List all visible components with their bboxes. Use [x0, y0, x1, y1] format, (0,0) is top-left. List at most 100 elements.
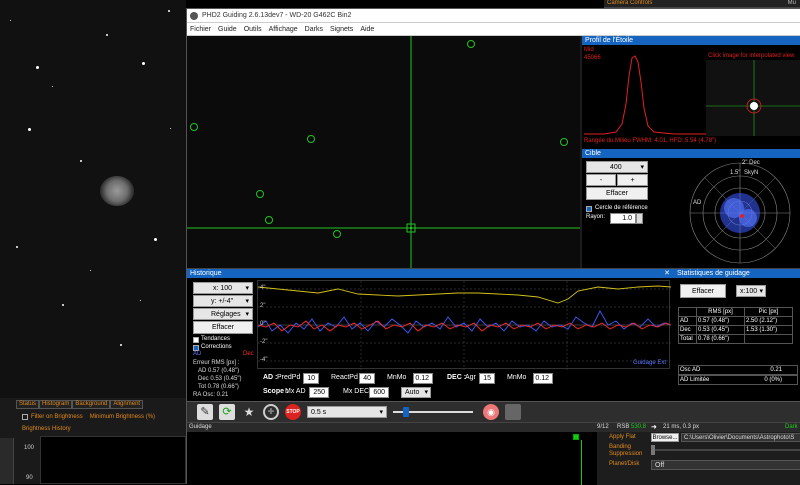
predpd-label: PredPd [277, 374, 301, 381]
guide-pulse-icon[interactable] [505, 404, 521, 420]
planet-disk-label: Planet/Disk [609, 461, 640, 467]
tab-alignment[interactable]: Alignment [110, 400, 144, 409]
menu-darks[interactable]: Darks [305, 26, 323, 33]
history-title-bar: Historique ✕ [187, 269, 674, 278]
stats-row-label: Total [678, 334, 697, 344]
stats-title: Statistiques de guidage [674, 269, 800, 278]
nina-camera-controls-header: Camera Controls Mu [604, 0, 800, 8]
osc-ad-label: Osc AD [680, 367, 701, 373]
min-brightness-label: Minimum Brightness (%) [89, 414, 156, 420]
banding-slider[interactable] [651, 445, 800, 455]
agr-label: Agr [465, 374, 476, 381]
phd2-title-bar: PHD2 Guiding 2.6.13dev7 - WD-20 G462C Bi… [187, 9, 800, 23]
brain-icon[interactable]: ◉ [483, 404, 499, 420]
stats-scale-dropdown[interactable]: x:100 ▾ [736, 285, 766, 297]
star-profile-hint: Click image for interpolated view [708, 53, 795, 59]
mnmo-label: MnMo [387, 374, 407, 381]
target-scale-dropdown[interactable]: 400 ▾ [586, 161, 648, 173]
close-icon[interactable]: ✕ [664, 269, 670, 278]
planet-disk-dropdown[interactable]: Off [651, 460, 800, 470]
radius-input[interactable]: 1.0 [610, 213, 636, 224]
guide-overlay [187, 36, 580, 268]
chevron-down-icon: ▾ [245, 298, 249, 305]
guide-camera-view[interactable] [187, 36, 580, 268]
history-settings-value: Réglages [211, 311, 241, 318]
menu-fichier[interactable]: Fichier [190, 26, 211, 33]
y-tick-m4: -4" [260, 357, 268, 363]
radius-spinner[interactable] [636, 213, 643, 224]
target-clear-button[interactable]: Effacer [586, 187, 648, 200]
tab-histogram[interactable]: Histogram [39, 400, 73, 409]
target-r1-label: 1.5" [730, 170, 741, 176]
mx-dec-label: Mx DEC [343, 388, 370, 395]
corrections-label: Corrections [201, 344, 232, 350]
slider-thumb[interactable] [651, 445, 655, 455]
history-x-scale-value: x: 100 [213, 285, 233, 292]
gamma-slider[interactable] [393, 407, 473, 417]
exposure-dropdown[interactable]: 0.5 s ▾ [307, 406, 387, 418]
stats-row-peak [744, 334, 793, 344]
agr-input[interactable]: 15 [479, 373, 495, 384]
guide-target-icon[interactable]: ✛ [263, 404, 279, 420]
history-settings-dropdown[interactable]: Réglages ▾ [193, 308, 253, 320]
mnmo-input[interactable]: 0.12 [413, 373, 433, 384]
stats-row-rms: 0.57 (0.48") [696, 316, 745, 326]
reactpd-label: ReactPd [331, 374, 358, 381]
stats-panel: Statistiques de guidage Effacer x:100 ▾ … [674, 268, 800, 401]
y-tick-0: 0" [260, 321, 266, 327]
mx-ad-input[interactable]: 250 [309, 387, 329, 398]
target-zoom-in-button[interactable]: + [617, 174, 648, 186]
guide-algo-controls: AD : PredPd 10 ReactPd 40 MnMo 0.12 DEC … [261, 372, 674, 402]
legend-ad: AD [193, 351, 202, 357]
menu-aide[interactable]: Aide [360, 26, 374, 33]
history-clear-button[interactable]: Effacer [193, 321, 253, 334]
trends-checkbox[interactable] [193, 336, 199, 343]
planet-disk-value: Off [655, 462, 665, 469]
y-tick-m2: -2" [260, 339, 268, 345]
exposure-value: 0.5 s [311, 409, 327, 416]
target-zoom-out-button[interactable]: - [586, 174, 616, 186]
loop-icon[interactable]: ✎ [197, 404, 213, 420]
history-x-scale-dropdown[interactable]: x: 100 ▾ [193, 282, 253, 294]
stop-icon[interactable]: STOP [285, 404, 301, 420]
target-skyn-label: SkyN [744, 170, 759, 176]
trends-label: Tendances [201, 336, 231, 342]
dec-line [257, 320, 672, 332]
target-dec-label: 2" Dec [742, 160, 760, 166]
auto-select-star-icon[interactable]: ★ [241, 404, 257, 420]
stats-clear-button[interactable]: Effacer [680, 284, 726, 298]
tab-status[interactable]: Status [16, 400, 40, 409]
nina-bottom-panel: Status Histogram Background Alignment Fi… [0, 398, 186, 484]
ref-circle-checkbox[interactable] [586, 205, 592, 212]
star [90, 270, 91, 271]
rsb-label: RSB [617, 424, 630, 430]
tab-background[interactable]: Background [72, 400, 111, 409]
chevron-down-icon: ▾ [245, 285, 249, 292]
history-graph-svg [257, 281, 672, 370]
table-row: Dec 0.53 (0.45") 1.53 (1.30") [678, 325, 793, 335]
filter-checkbox[interactable] [22, 414, 28, 420]
mx-dec-input[interactable]: 600 [369, 387, 389, 398]
slider-thumb[interactable] [403, 407, 409, 417]
history-y-scale-value: y: +/-4" [211, 298, 234, 305]
graph-marker [573, 434, 579, 440]
flat-path-field[interactable]: C:\Users\Olivier\Documents\Astrophoto\S [681, 433, 800, 442]
corrections-checkbox[interactable] [193, 344, 199, 351]
reactpd-input[interactable]: 40 [359, 373, 375, 384]
auto-dropdown[interactable]: Auto ▾ [401, 387, 431, 398]
rms-ad: AD 0.57 (0.48") [198, 368, 240, 374]
menu-signets[interactable]: Signets [330, 26, 353, 33]
star-thumbnail[interactable] [706, 60, 800, 136]
menu-guide[interactable]: Guide [218, 26, 237, 33]
refresh-icon[interactable]: ⟳ [219, 404, 235, 420]
mnmo2-input[interactable]: 0.12 [533, 373, 553, 384]
predpd-input[interactable]: 10 [303, 373, 319, 384]
rms-tot: Tot 0.78 (0.66") [198, 384, 239, 390]
browse-button[interactable]: Browse... [651, 433, 679, 442]
menu-outils[interactable]: Outils [244, 26, 262, 33]
history-title: Historique [190, 270, 222, 277]
history-y-scale-dropdown[interactable]: y: +/-4" ▾ [193, 295, 253, 307]
arrow-right-icon: ➜ [651, 424, 657, 431]
star-thumbnail-overlay [706, 60, 800, 136]
menu-affichage[interactable]: Affichage [269, 26, 298, 33]
